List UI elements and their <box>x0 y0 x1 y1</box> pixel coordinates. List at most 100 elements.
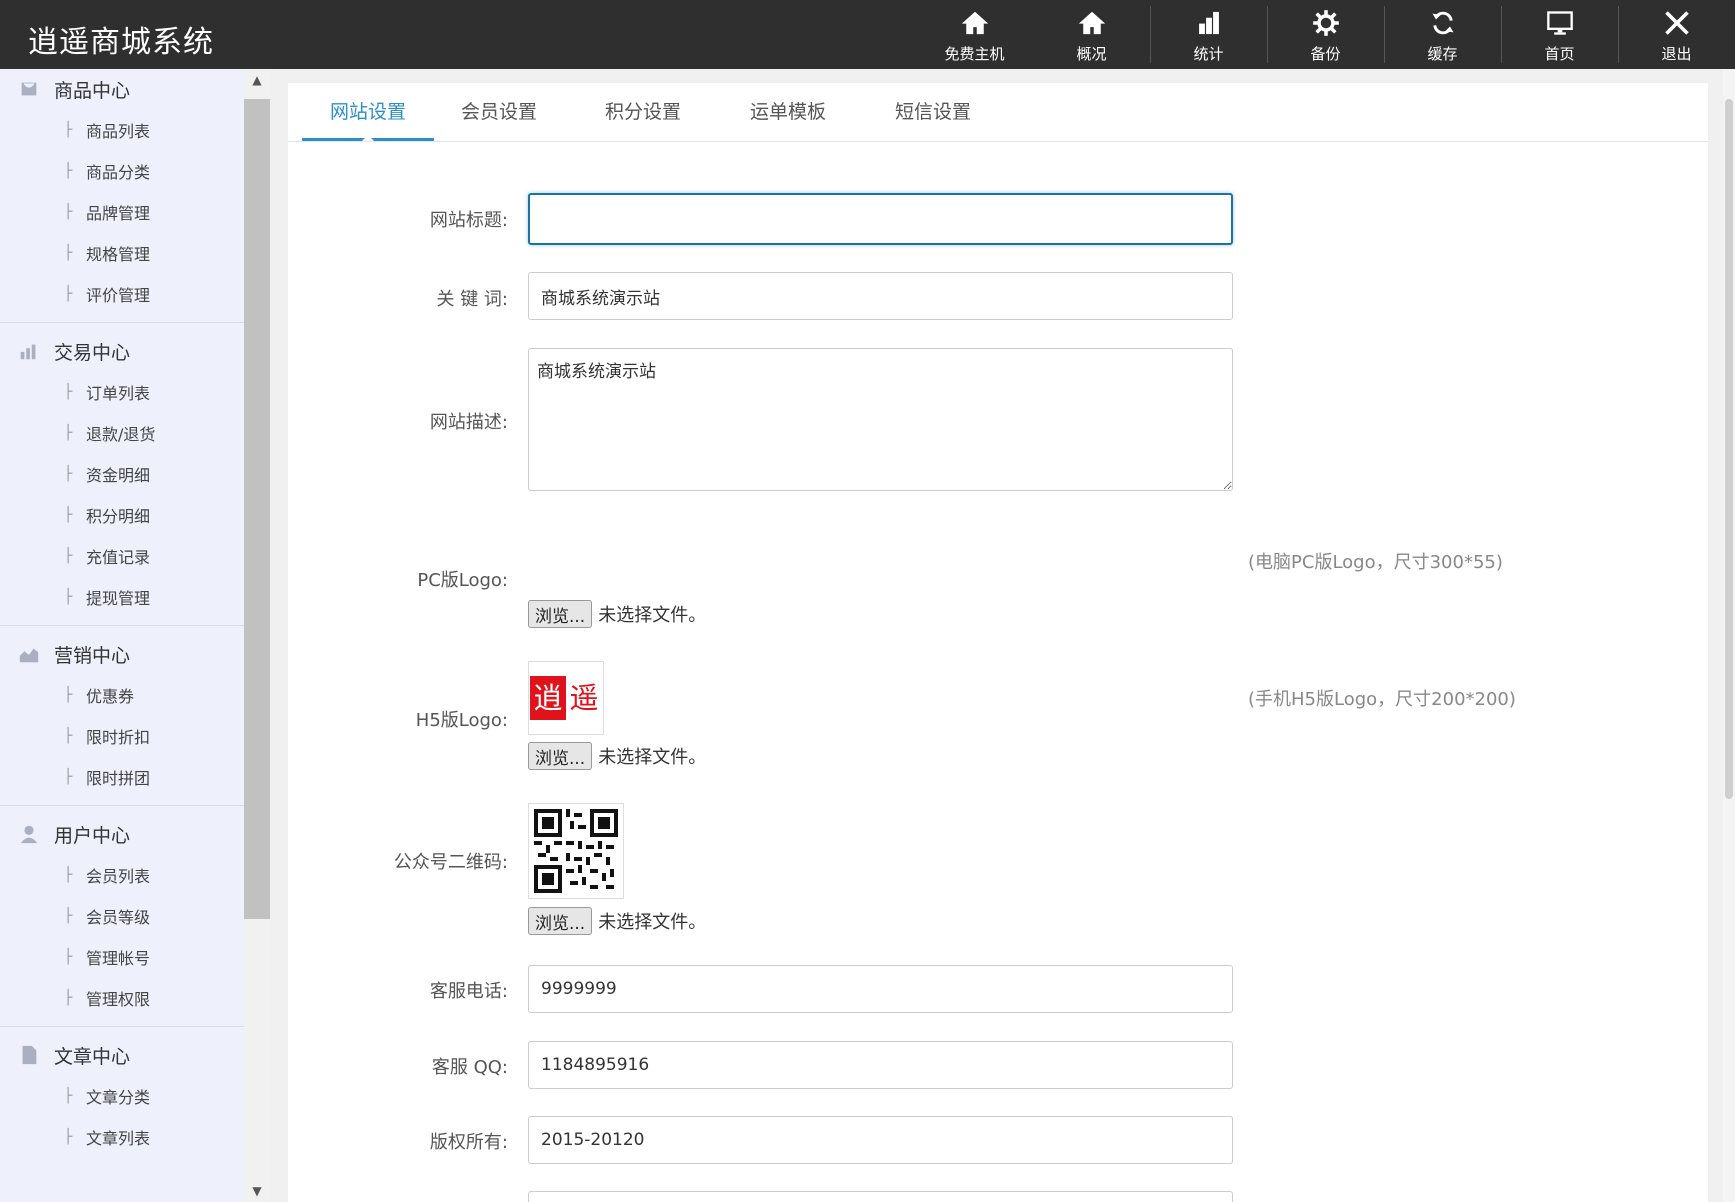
description-textarea[interactable]: 商城系统演示站 <box>528 348 1233 491</box>
sidebar-item[interactable]: ├ 文章列表 <box>0 1116 244 1157</box>
form-row-copyright: 版权所有: <box>288 1116 1708 1164</box>
tree-branch-icon: ├ <box>64 1128 73 1145</box>
nav-overview[interactable]: 概况 <box>1033 0 1150 69</box>
nav-cache[interactable]: 缓存 <box>1384 0 1501 69</box>
sidebar-item[interactable]: ├ 文章分类 <box>0 1075 244 1116</box>
sidebar-group-products: 商品中心 ├ 商品列表 ├ 商品分类 ├ 品牌管理 ├ 规格管理 ├ 评价管理 <box>0 69 244 323</box>
form-row-next <box>288 1191 1708 1202</box>
form-row-h5-logo: H5版Logo: (手机H5版Logo，尺寸200*200) 逍 遥 浏览...… <box>288 661 1708 791</box>
description-label: 网站描述: <box>429 412 508 433</box>
sidebar-item[interactable]: ├ 限时折扣 <box>0 715 244 756</box>
sidebar-group-header[interactable]: 交易中心 <box>0 331 244 371</box>
h5-logo-image: 逍 遥 <box>530 676 602 720</box>
sidebar-item[interactable]: ├ 商品分类 <box>0 150 244 191</box>
sidebar-item[interactable]: ├ 管理权限 <box>0 977 244 1018</box>
document-icon <box>18 1044 40 1066</box>
sidebar-item[interactable]: ├ 会员列表 <box>0 854 244 895</box>
sidebar-item[interactable]: ├ 商品列表 <box>0 109 244 150</box>
browse-button[interactable]: 浏览... <box>528 742 593 770</box>
tree-branch-icon: ├ <box>64 285 73 302</box>
pc-logo-file-picker: 浏览... 未选择文件。 <box>528 600 706 628</box>
scroll-down-arrow-icon[interactable]: ▼ <box>244 1180 270 1202</box>
tab-shipping-template[interactable]: 运单模板 <box>733 83 843 141</box>
sidebar-scrollbar[interactable]: ▲ ▼ <box>244 69 270 1202</box>
tab-points-settings[interactable]: 积分设置 <box>588 83 698 141</box>
keywords-label: 关 键 词: <box>436 289 508 310</box>
tree-branch-icon: ├ <box>64 989 73 1006</box>
form-row-qrcode: 公众号二维码: 浏览... 未选择文件。 <box>288 803 1708 953</box>
sidebar-item[interactable]: ├ 订单列表 <box>0 371 244 412</box>
sidebar-item[interactable]: ├ 提现管理 <box>0 576 244 617</box>
tree-branch-icon: ├ <box>64 547 73 564</box>
top-navbar: 逍遥商城系统 免费主机 概况 统计 备份 缓存 首页 退出 <box>0 0 1735 69</box>
app-title: 逍遥商城系统 <box>28 25 214 60</box>
sidebar-item[interactable]: ├ 评价管理 <box>0 273 244 314</box>
nav-label: 缓存 <box>1427 45 1458 63</box>
sidebar-item[interactable]: ├ 管理帐号 <box>0 936 244 977</box>
next-input[interactable] <box>528 1191 1233 1202</box>
sidebar-item[interactable]: ├ 资金明细 <box>0 453 244 494</box>
nav-home[interactable]: 首页 <box>1501 0 1618 69</box>
tab-site-settings[interactable]: 网站设置 <box>302 83 434 141</box>
user-icon <box>18 823 40 845</box>
tree-branch-icon: ├ <box>64 465 73 482</box>
nav-free-host[interactable]: 免费主机 <box>916 0 1033 69</box>
site-title-label: 网站标题: <box>429 210 508 231</box>
tab-member-settings[interactable]: 会员设置 <box>444 83 554 141</box>
sidebar-item[interactable]: ├ 充值记录 <box>0 535 244 576</box>
bag-icon <box>18 78 40 100</box>
h5-logo-file-picker: 浏览... 未选择文件。 <box>528 742 706 770</box>
close-icon <box>1662 8 1692 38</box>
monitor-icon <box>1545 8 1575 38</box>
keywords-input[interactable] <box>528 272 1233 320</box>
main-content: 网站设置 会员设置 积分设置 运单模板 短信设置 网站标题: 关 键 词: 网站… <box>270 69 1735 1202</box>
nav-backup[interactable]: 备份 <box>1267 0 1384 69</box>
sidebar-group-title: 文章中心 <box>54 1045 131 1068</box>
tree-branch-icon: ├ <box>64 907 73 924</box>
browse-button[interactable]: 浏览... <box>528 907 593 935</box>
tree-branch-icon: ├ <box>64 203 73 220</box>
sidebar-item[interactable]: ├ 会员等级 <box>0 895 244 936</box>
tab-sms-settings[interactable]: 短信设置 <box>878 83 988 141</box>
scroll-thumb[interactable] <box>244 99 270 919</box>
form-row-site-title: 网站标题: <box>288 193 1708 245</box>
sidebar-item[interactable]: ├ 品牌管理 <box>0 191 244 232</box>
form-row-qq: 客服 QQ: <box>288 1041 1708 1089</box>
home-icon <box>1077 8 1107 38</box>
bar-chart-icon <box>1194 8 1224 38</box>
sidebar-group-title: 商品中心 <box>54 79 131 102</box>
copyright-input[interactable] <box>528 1116 1233 1164</box>
phone-input[interactable] <box>528 965 1233 1013</box>
sidebar-item[interactable]: ├ 退款/退货 <box>0 412 244 453</box>
top-nav: 免费主机 概况 统计 备份 缓存 首页 退出 <box>916 0 1735 69</box>
scroll-up-arrow-icon[interactable]: ▲ <box>244 69 270 91</box>
sidebar-group-header[interactable]: 商品中心 <box>0 69 244 109</box>
pc-logo-label: PC版Logo: <box>417 570 508 591</box>
sidebar-item[interactable]: ├ 优惠券 <box>0 674 244 715</box>
sidebar-group-trade: 交易中心 ├ 订单列表 ├ 退款/退货 ├ 资金明细 ├ 积分明细 ├ 充值记录 ├ 提现管… <box>0 331 244 626</box>
qq-input[interactable] <box>528 1041 1233 1089</box>
browse-button[interactable]: 浏览... <box>528 600 593 628</box>
scroll-thumb[interactable] <box>1725 99 1733 799</box>
sidebar-group-header[interactable]: 文章中心 <box>0 1035 244 1075</box>
qrcode-label: 公众号二维码: <box>393 852 508 873</box>
phone-label: 客服电话: <box>429 981 508 1002</box>
nav-label: 首页 <box>1544 45 1575 63</box>
tree-branch-icon: ├ <box>64 588 73 605</box>
no-file-text: 未选择文件。 <box>598 605 707 626</box>
sidebar-group-header[interactable]: 营销中心 <box>0 634 244 674</box>
form-row-description: 网站描述: 商城系统演示站 <box>288 348 1708 493</box>
sidebar-item[interactable]: ├ 规格管理 <box>0 232 244 273</box>
refresh-icon <box>1428 8 1458 38</box>
nav-logout[interactable]: 退出 <box>1618 0 1735 69</box>
no-file-text: 未选择文件。 <box>598 912 707 933</box>
site-title-input[interactable] <box>528 193 1233 245</box>
main-scrollbar[interactable] <box>1723 69 1735 1202</box>
sidebar-item[interactable]: ├ 积分明细 <box>0 494 244 535</box>
tree-branch-icon: ├ <box>64 768 73 785</box>
nav-statistics[interactable]: 统计 <box>1150 0 1267 69</box>
tree-branch-icon: ├ <box>64 121 73 138</box>
sidebar-group-header[interactable]: 用户中心 <box>0 814 244 854</box>
sidebar-item[interactable]: ├ 限时拼团 <box>0 756 244 797</box>
sidebar-group-title: 营销中心 <box>54 644 131 667</box>
